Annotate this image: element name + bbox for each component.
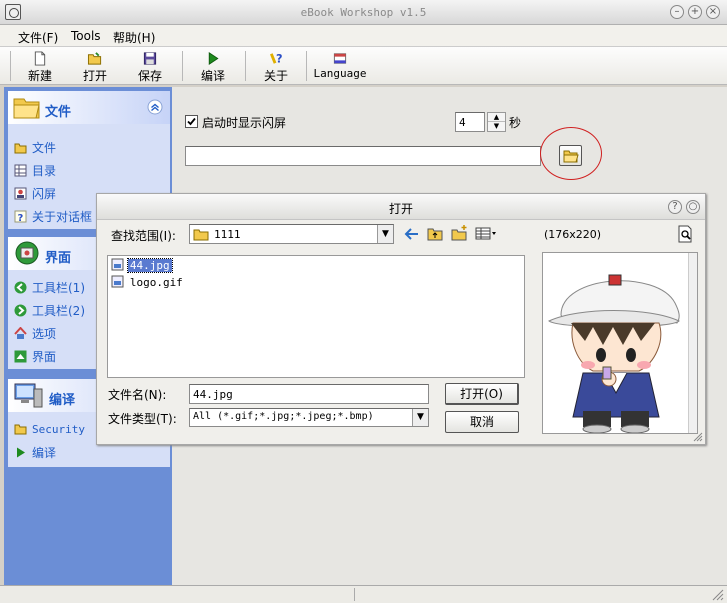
menu-tools[interactable]: Tools — [71, 29, 101, 43]
image-file-icon — [111, 258, 124, 271]
menu-file[interactable]: 文件(F) — [18, 29, 58, 46]
new-folder-icon[interactable] — [451, 225, 468, 241]
sidebar-item-interface[interactable]: 界面 — [14, 348, 56, 368]
open-folder-icon — [87, 52, 102, 65]
lookin-label: 查找范围(I): — [111, 229, 176, 243]
dropdown-arrow-icon[interactable]: ▼ — [412, 409, 428, 426]
home-icon — [14, 327, 27, 339]
splash-checkbox-label: 启动时显示闪屏 — [202, 116, 287, 130]
seconds-input[interactable]: 4 — [455, 112, 485, 132]
sidebar-item-about-dialog[interactable]: ? 关于对话框 — [14, 208, 92, 228]
preview-scrollbar[interactable] — [688, 253, 697, 433]
folder-icon — [193, 229, 209, 241]
open-dialog: 打开 ? ○ 查找范围(I): 1111 ▼ (176x220) 44.jpg … — [96, 193, 706, 445]
seconds-unit: 秒 — [509, 116, 522, 130]
splash-path-input[interactable] — [185, 146, 541, 166]
folder-icon — [13, 98, 40, 119]
window-title: eBook Workshop v1.5 — [300, 6, 427, 19]
title-bar: eBook Workshop v1.5 – + × — [0, 0, 727, 25]
filename-label: 文件名(N): — [108, 388, 167, 402]
play-icon — [17, 447, 25, 458]
list-item-logo-gif[interactable]: logo.gif — [111, 275, 185, 291]
resize-grip-icon[interactable] — [712, 589, 724, 601]
image-preview — [542, 252, 698, 434]
panel-header-file[interactable]: 文件 — [8, 91, 170, 124]
interface-globe-icon — [15, 241, 39, 265]
computer-icon — [14, 383, 43, 408]
cancel-button[interactable]: 取消 — [445, 411, 519, 433]
new-button[interactable]: 新建 — [15, 49, 65, 83]
save-button[interactable]: 保存 — [125, 49, 175, 83]
sidebar-item-file[interactable]: 文件 — [14, 139, 56, 159]
dialog-title-bar: 打开 ? ○ — [97, 194, 705, 220]
language-button[interactable]: Language — [312, 49, 368, 83]
sidebar-item-security[interactable]: Security — [14, 422, 85, 442]
collapse-chevron-icon[interactable] — [147, 99, 163, 115]
preview-cartoon-image — [548, 274, 680, 433]
svg-text:?: ? — [18, 213, 24, 223]
sidebar-item-toc[interactable]: 目录 — [14, 162, 56, 182]
toolbar: 新建 打开 保存 编译 ? 关于 Language — [0, 47, 727, 85]
view-menu-icon[interactable] — [475, 227, 497, 240]
checkmark-icon — [187, 117, 196, 126]
preview-size: (176x220) — [544, 228, 602, 241]
folder-open-icon — [14, 424, 27, 435]
open-button[interactable]: 打开 — [70, 49, 120, 83]
open-folder-icon — [14, 143, 27, 154]
filetype-select[interactable]: All (*.gif;*.jpg;*.jpeg;*.bmp) ▼ — [189, 408, 429, 427]
minimize-icon[interactable]: – — [670, 5, 684, 19]
sidebar-item-splash[interactable]: 闪屏 — [14, 185, 56, 205]
svg-text:?: ? — [276, 52, 283, 65]
about-button[interactable]: ? 关于 — [251, 49, 301, 83]
sidebar-item-compile[interactable]: 编译 — [14, 444, 56, 464]
grid-icon — [14, 164, 27, 177]
up-folder-icon[interactable] — [427, 226, 443, 241]
image-file-icon — [111, 275, 124, 288]
lookin-select[interactable]: 1111 ▼ — [189, 224, 394, 244]
dialog-title: 打开 — [388, 202, 413, 216]
sidebar-item-toolbar-2[interactable]: 工具栏(2) — [14, 302, 85, 322]
help-question-icon: ? — [270, 52, 283, 65]
compile-button[interactable]: 编译 — [188, 49, 238, 83]
open-folder-icon — [563, 150, 579, 163]
dialog-close-icon[interactable]: ○ — [686, 200, 700, 214]
menu-help[interactable]: 帮助(H) — [113, 29, 155, 46]
language-flag-icon — [333, 53, 347, 64]
open-button[interactable]: 打开(O) — [445, 383, 519, 405]
spin-up-icon[interactable]: ▲ — [488, 113, 505, 122]
help-icon: ? — [14, 210, 27, 223]
filetype-label: 文件类型(T): — [108, 412, 177, 426]
back-arrow-icon[interactable] — [404, 227, 420, 241]
dialog-help-icon[interactable]: ? — [668, 200, 682, 214]
list-item-44-jpg[interactable]: 44.jpg — [111, 258, 173, 274]
arrow-right-circle-icon — [14, 304, 27, 317]
arrow-left-circle-icon — [14, 281, 27, 294]
sidebar-item-options[interactable]: 选项 — [14, 325, 56, 345]
menu-bar: 文件(F) Tools 帮助(H) — [0, 25, 727, 47]
file-list[interactable]: 44.jpg logo.gif — [107, 255, 525, 378]
preview-magnify-icon[interactable] — [677, 225, 694, 243]
close-icon[interactable]: × — [706, 5, 720, 19]
splash-picture-icon — [14, 187, 27, 200]
browse-folder-button[interactable] — [559, 145, 582, 166]
dropdown-arrow-icon[interactable]: ▼ — [377, 225, 393, 243]
status-bar — [0, 585, 727, 603]
filename-input[interactable]: 44.jpg — [189, 384, 429, 404]
seconds-spinner[interactable]: ▲ ▼ — [487, 112, 506, 132]
splash-checkbox[interactable] — [185, 115, 198, 128]
eject-up-icon — [14, 350, 27, 363]
maximize-icon[interactable]: + — [688, 5, 702, 19]
resize-grip-icon[interactable] — [693, 432, 703, 442]
new-file-icon — [34, 51, 46, 66]
play-icon — [208, 51, 219, 66]
save-disk-icon — [143, 52, 157, 65]
sidebar-item-toolbar-1[interactable]: 工具栏(1) — [14, 279, 85, 299]
spin-down-icon[interactable]: ▼ — [488, 122, 505, 131]
